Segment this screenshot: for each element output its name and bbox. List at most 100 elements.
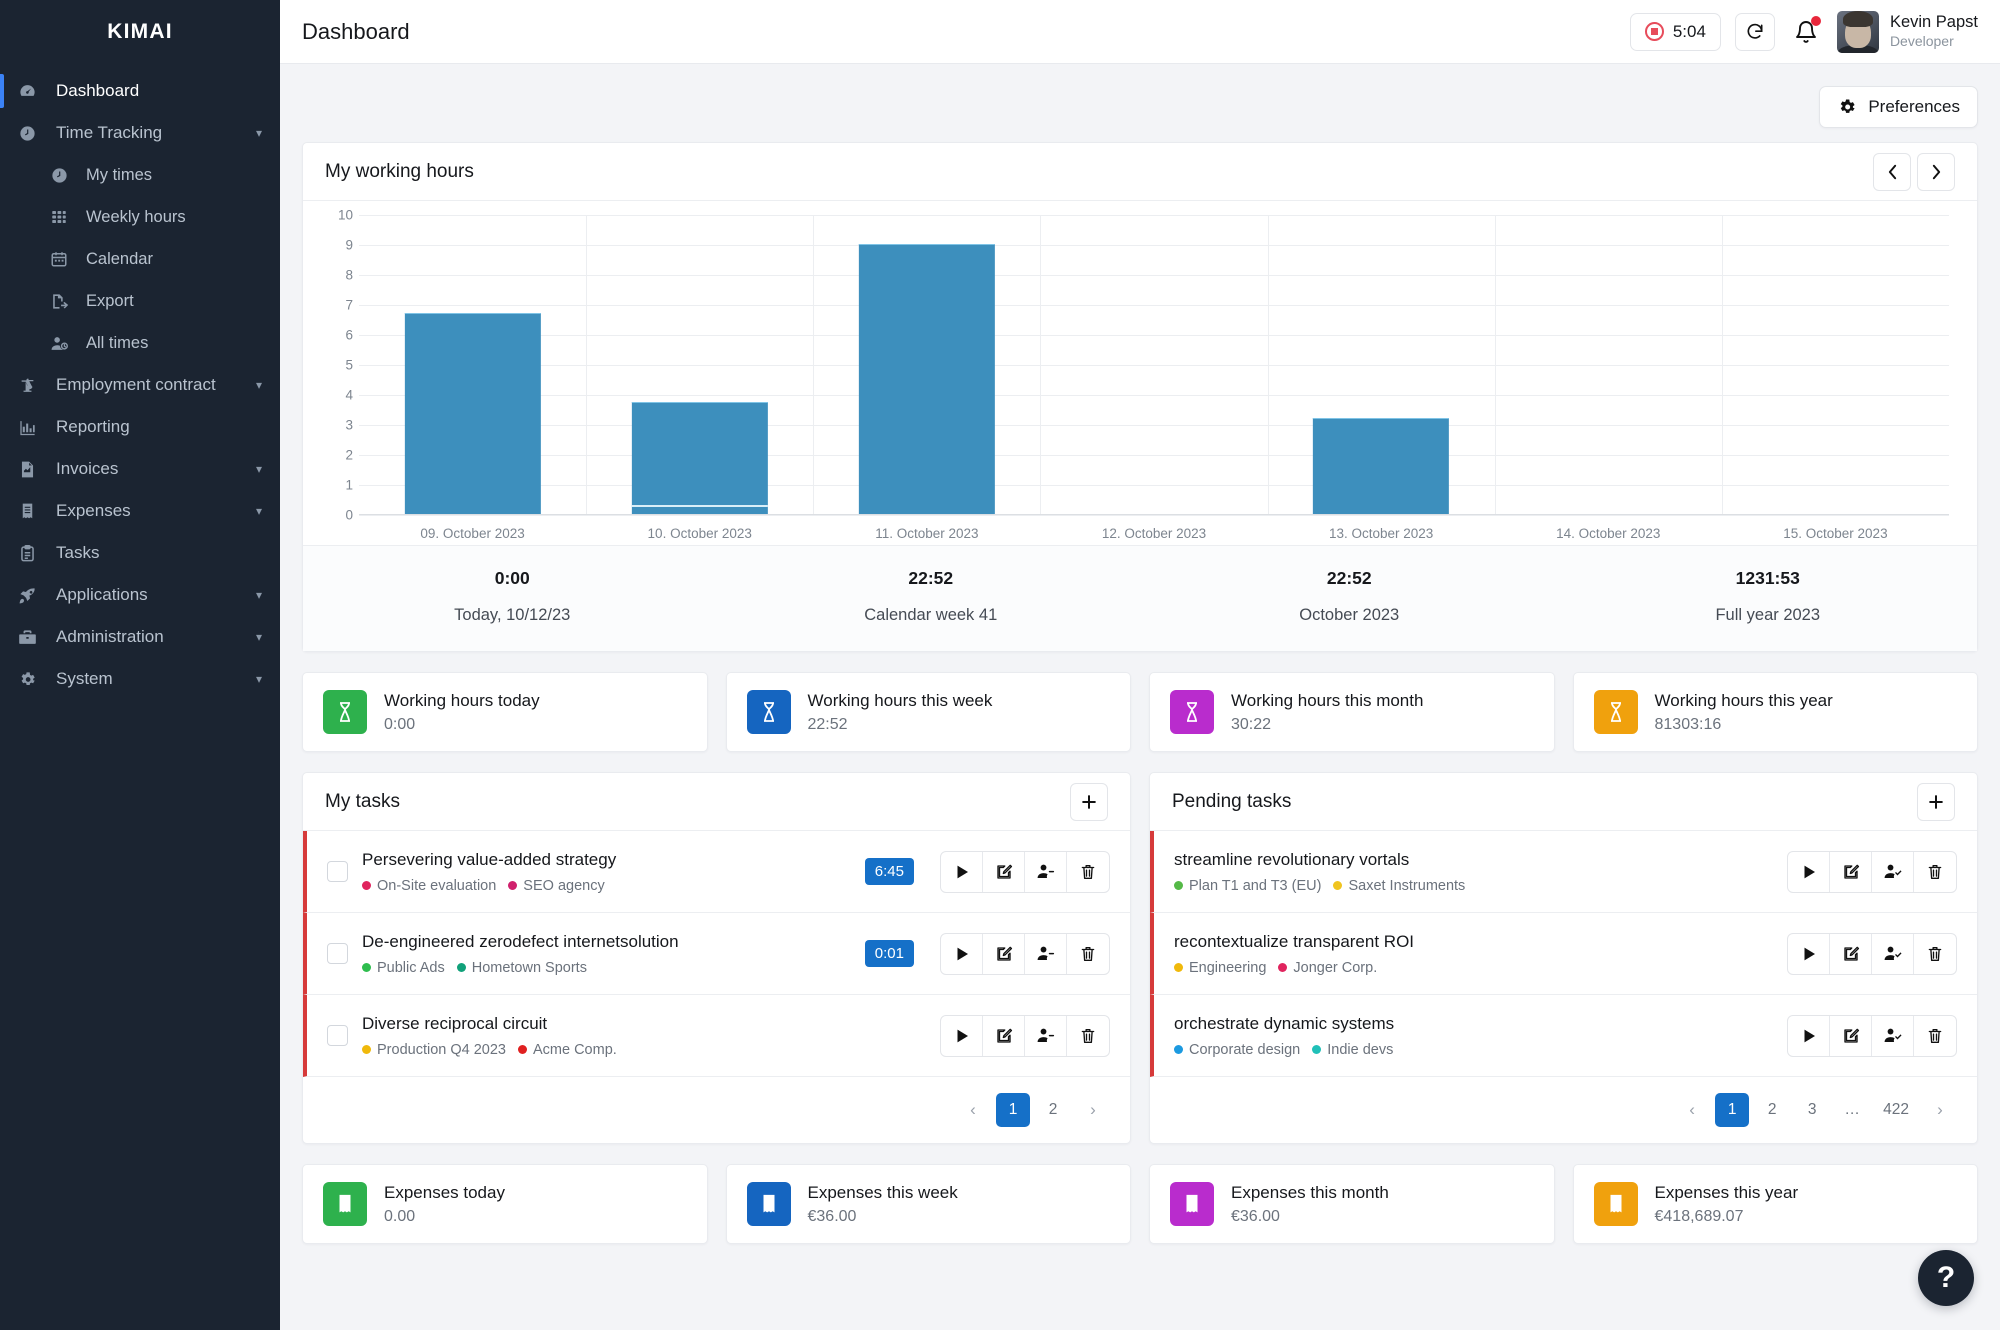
working-stat-card[interactable]: Working hours this week22:52 [726,672,1132,752]
tag-color-dot [362,881,371,890]
pagination-next[interactable]: › [1076,1093,1110,1127]
expense-stat-card[interactable]: Expenses this week€36.00 [726,1164,1132,1244]
task-user-check-button[interactable] [1872,852,1914,892]
task-checkbox[interactable] [327,861,348,882]
task-user-minus-button[interactable] [1025,852,1067,892]
help-button[interactable]: ? [1918,1250,1974,1306]
invoice-icon [18,460,46,479]
preferences-row: Preferences [302,64,1978,142]
expense-stat-card[interactable]: Expenses this month€36.00 [1149,1164,1555,1244]
expense-stat-value: €36.00 [808,1208,958,1226]
sidebar-item-applications[interactable]: Applications▾ [0,574,280,616]
working-hours-summary: 0:00Today, 10/12/2322:52Calendar week 41… [303,545,1977,651]
task-delete-button[interactable] [1914,1016,1956,1056]
task-edit-button[interactable] [983,1016,1025,1056]
sidebar-item-export[interactable]: Export [0,280,280,322]
working-stat-card[interactable]: Working hours this month30:22 [1149,672,1555,752]
sidebar-item-employment-contract[interactable]: Employment contract▾ [0,364,280,406]
sidebar-item-tasks[interactable]: Tasks [0,532,280,574]
chart-bar[interactable] [859,244,995,514]
task-name[interactable]: Diverse reciprocal circuit [362,1013,926,1035]
pagination-prev[interactable]: ‹ [1675,1093,1709,1127]
sidebar-item-all-times[interactable]: All times [0,322,280,364]
task-name[interactable]: De-engineered zerodefect internetsolutio… [362,931,851,953]
pagination-page[interactable]: 2 [1036,1093,1070,1127]
task-user-check-button[interactable] [1872,934,1914,974]
sidebar-item-administration[interactable]: Administration▾ [0,616,280,658]
sidebar-item-system[interactable]: System▾ [0,658,280,700]
active-timer-button[interactable]: 5:04 [1630,13,1721,51]
task-delete-button[interactable] [1067,1016,1109,1056]
task-edit-button[interactable] [983,852,1025,892]
pagination-next[interactable]: › [1923,1093,1957,1127]
task-user-minus-button[interactable] [1025,934,1067,974]
task-name[interactable]: orchestrate dynamic systems [1174,1013,1773,1035]
chart-next-button[interactable] [1917,153,1955,191]
task-edit-button[interactable] [1830,852,1872,892]
user-menu[interactable]: Kevin Papst Developer [1837,11,1978,53]
sidebar-item-weekly-hours[interactable]: Weekly hours [0,196,280,238]
task-name[interactable]: streamline revolutionary vortals [1174,849,1773,871]
expense-stat-value: €36.00 [1231,1208,1389,1226]
task-delete-button[interactable] [1914,852,1956,892]
pagination-page[interactable]: 3 [1795,1093,1829,1127]
task-row: Diverse reciprocal circuitProduction Q4 … [303,995,1130,1077]
sidebar-item-expenses[interactable]: Expenses▾ [0,490,280,532]
task-edit-button[interactable] [983,934,1025,974]
chart-x-tick: 09. October 2023 [359,526,586,541]
task-start-button[interactable] [941,934,983,974]
expense-stat-card[interactable]: Expenses today0.00 [302,1164,708,1244]
notifications-button[interactable] [1789,13,1823,51]
task-name[interactable]: recontextualize transparent ROI [1174,931,1773,953]
start-icon [1800,945,1818,963]
task-checkbox[interactable] [327,1025,348,1046]
chart-y-tick: 2 [323,448,353,463]
task-start-button[interactable] [1788,1016,1830,1056]
hourglass-icon [323,690,367,734]
expense-stat-card[interactable]: Expenses this year€418,689.07 [1573,1164,1979,1244]
task-start-button[interactable] [1788,852,1830,892]
task-delete-button[interactable] [1914,934,1956,974]
preferences-button[interactable]: Preferences [1819,86,1978,128]
pagination-page[interactable]: 1 [996,1093,1030,1127]
pagination-page[interactable]: 1 [1715,1093,1749,1127]
reload-button[interactable] [1735,13,1775,51]
task-start-button[interactable] [941,852,983,892]
chart-bar[interactable] [404,313,540,514]
pagination-prev[interactable]: ‹ [956,1093,990,1127]
task-duration-badge[interactable]: 0:01 [865,940,914,967]
sidebar-item-reporting[interactable]: Reporting [0,406,280,448]
chart-bar[interactable] [1313,418,1449,514]
task-user-check-button[interactable] [1872,1016,1914,1056]
start-icon [1800,863,1818,881]
hourglass-icon [1170,690,1214,734]
chart-prev-button[interactable] [1873,153,1911,191]
task-edit-button[interactable] [1830,1016,1872,1056]
sidebar-item-time-tracking[interactable]: Time Tracking▾ [0,112,280,154]
task-edit-button[interactable] [1830,934,1872,974]
sidebar-item-invoices[interactable]: Invoices▾ [0,448,280,490]
chart-bar[interactable] [632,402,768,515]
task-start-button[interactable] [941,1016,983,1056]
task-delete-button[interactable] [1067,934,1109,974]
working-stat-card[interactable]: Working hours today0:00 [302,672,708,752]
chart-y-tick: 1 [323,478,353,493]
add-pending-task-button[interactable] [1917,783,1955,821]
task-duration-badge[interactable]: 6:45 [865,858,914,885]
add-task-button[interactable] [1070,783,1108,821]
pagination-page[interactable]: 422 [1875,1093,1917,1127]
topbar: Dashboard 5:04 [280,0,2000,64]
pagination-page[interactable]: 2 [1755,1093,1789,1127]
sidebar-item-dashboard[interactable]: Dashboard [0,70,280,112]
task-start-button[interactable] [1788,934,1830,974]
sidebar-item-label: My times [86,166,262,185]
task-name[interactable]: Persevering value-added strategy [362,849,851,871]
working-hours-header: My working hours [303,143,1977,201]
sidebar-item-calendar[interactable]: Calendar [0,238,280,280]
working-stat-card[interactable]: Working hours this year81303:16 [1573,672,1979,752]
working-stat-title: Working hours this year [1655,690,1833,713]
sidebar-item-my-times[interactable]: My times [0,154,280,196]
task-delete-button[interactable] [1067,852,1109,892]
task-user-minus-button[interactable] [1025,1016,1067,1056]
task-checkbox[interactable] [327,943,348,964]
